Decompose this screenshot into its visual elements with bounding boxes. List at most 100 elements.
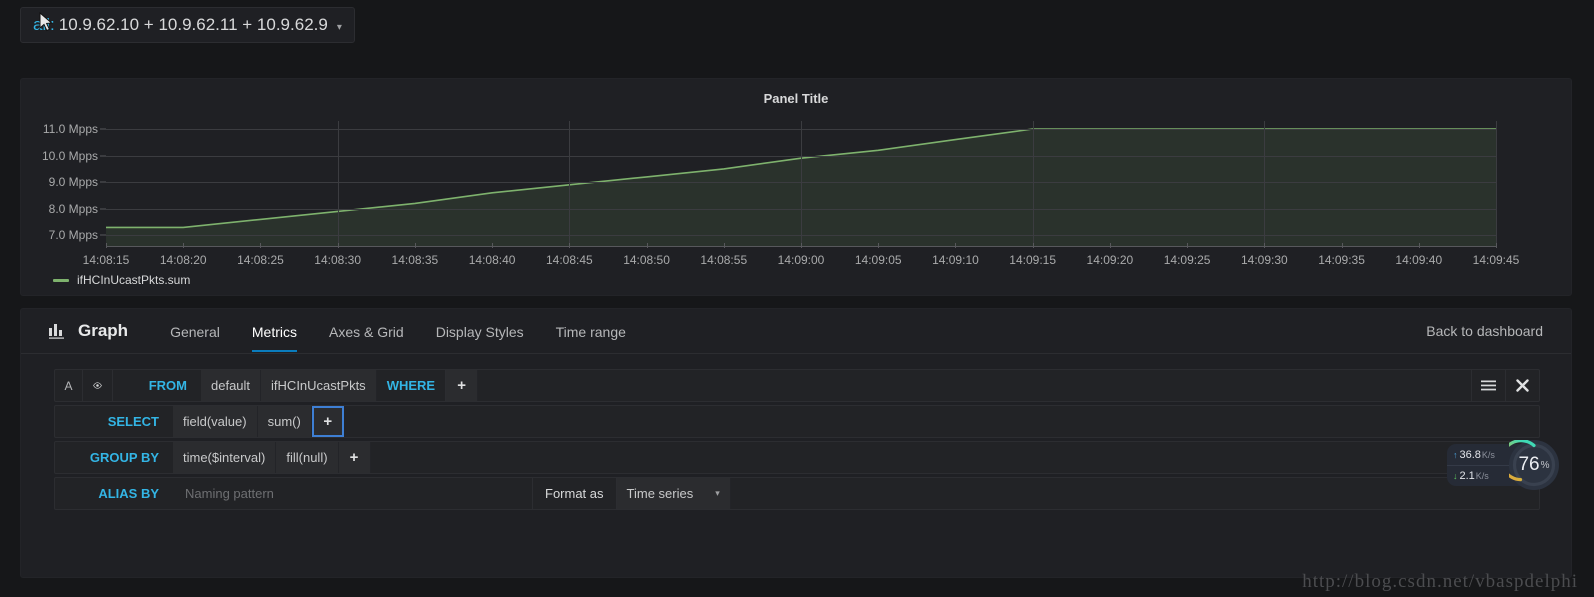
x-axis-tick-label: 14:08:55: [700, 253, 748, 267]
query-row-spacer: [478, 370, 1471, 401]
format-as-select[interactable]: Time series ▾: [616, 478, 731, 509]
arrow-down-icon: ↓: [1453, 471, 1458, 481]
where-label: WHERE: [377, 370, 447, 401]
x-axis-tick-label: 14:08:40: [468, 253, 516, 267]
x-axis-tick-mark: [723, 243, 725, 248]
tab-time-range[interactable]: Time range: [540, 311, 642, 352]
where-add-button[interactable]: +: [446, 370, 479, 401]
x-axis-tick-mark: [1032, 243, 1034, 248]
select-add-button[interactable]: +: [311, 406, 344, 437]
download-speed-unit: K/s: [1475, 471, 1489, 481]
x-axis-tick-label: 14:09:35: [1318, 253, 1365, 267]
x-axis-tick-mark: [878, 243, 880, 248]
query-row-select: SELECT field(value) sum() +: [54, 405, 1540, 438]
back-to-dashboard-link[interactable]: Back to dashboard: [1426, 323, 1543, 339]
group-by-add-button[interactable]: +: [338, 442, 371, 473]
select-part-field[interactable]: field(value): [173, 406, 258, 437]
x-axis-tick-label: 14:09:15: [1009, 253, 1057, 267]
percent-symbol: %: [1540, 459, 1550, 471]
x-axis-tick-label: 14:08:35: [391, 253, 439, 267]
hamburger-icon[interactable]: [1471, 370, 1505, 401]
panel-title: Panel Title: [763, 91, 829, 106]
query-editor: A FROM default ifHCInUcastPkts WHERE + S…: [54, 369, 1540, 513]
y-axis-tick-label: 8.0 Mpps: [48, 201, 98, 216]
x-axis-tick-mark: [414, 243, 416, 248]
chevron-down-icon: ▾: [715, 488, 720, 498]
network-speed-widget[interactable]: ↑ 36.8 K/s ↓ 2.1 K/s 76%: [1447, 440, 1594, 490]
y-axis-tick-label: 9.0 Mpps: [48, 175, 98, 190]
upload-speed-unit: K/s: [1481, 449, 1495, 460]
alias-by-label: ALIAS BY: [98, 486, 159, 501]
arrow-up-icon: ↑: [1453, 449, 1458, 460]
tab-metrics[interactable]: Metrics: [236, 311, 313, 352]
download-speed-value: 2.1: [1459, 470, 1475, 482]
from-policy-value[interactable]: default: [201, 370, 262, 401]
alias-row-spacer: [731, 478, 1539, 509]
tab-display-styles[interactable]: Display Styles: [420, 311, 540, 352]
legend-series-label: ifHCInUcastPkts.sum: [77, 273, 191, 287]
x-axis-tick-mark: [492, 243, 494, 248]
x-axis-tick-label: 14:08:25: [237, 253, 284, 267]
group-by-label: GROUP BY: [89, 450, 159, 465]
y-axis-tick-label: 7.0 Mpps: [48, 228, 98, 243]
chart-legend[interactable]: ifHCInUcastPkts.sum: [53, 273, 190, 287]
x-axis-tick-mark: [1341, 243, 1343, 248]
editor-tab-bar: Graph General Metrics Axes & Grid Displa…: [21, 309, 1571, 354]
alias-by-input[interactable]: Naming pattern: [173, 478, 533, 509]
select-part-sum[interactable]: sum(): [257, 406, 312, 437]
x-axis-tick-label: 14:08:15: [82, 253, 130, 267]
panel-editor: Graph General Metrics Axes & Grid Displa…: [20, 308, 1572, 578]
select-label: SELECT: [107, 414, 159, 429]
x-axis-tick-mark: [1187, 243, 1189, 248]
vertical-gridline: [337, 121, 339, 246]
editor-type-label: Graph: [78, 321, 129, 340]
x-axis-tick-label: 14:09:40: [1395, 253, 1443, 267]
query-row-alias-by: ALIAS BY Naming pattern Format as Time s…: [54, 477, 1540, 510]
close-icon[interactable]: [1505, 370, 1539, 401]
x-axis-tick-mark: [260, 243, 262, 248]
x-axis-tick-mark: [337, 243, 339, 248]
vertical-gridline: [1496, 121, 1497, 246]
eye-icon[interactable]: [83, 370, 113, 401]
x-axis-tick-label: 14:08:45: [545, 253, 593, 267]
template-variable-dropdown[interactable]: all: 10.9.62.10 + 10.9.62.11 + 10.9.62.9…: [20, 7, 355, 43]
cpu-gauge-percent: 76%: [1509, 440, 1559, 490]
group-by-row-spacer: [371, 442, 1539, 473]
x-axis-tick-label: 14:09:45: [1472, 253, 1520, 267]
variable-name-label: all:: [33, 15, 55, 34]
bar-chart-icon: [49, 324, 64, 339]
x-axis-tick-mark: [801, 243, 802, 248]
select-row-spacer: [344, 406, 1539, 437]
x-axis-tick-mark: [1264, 243, 1266, 248]
from-measurement-value[interactable]: ifHCInUcastPkts: [261, 370, 377, 401]
query-ref-id[interactable]: A: [55, 370, 83, 401]
vertical-gridline: [1264, 121, 1266, 246]
x-axis-tick-label: 14:09:25: [1163, 253, 1211, 267]
graph-panel: Panel Title 7.0 Mpps 8.0 Mpps 9.0 Mpps 10.0…: [20, 78, 1572, 296]
query-row-actions: [1471, 370, 1539, 401]
x-axis-tick-mark: [569, 243, 571, 248]
from-label: FROM: [148, 378, 187, 393]
vertical-gridline: [569, 121, 571, 246]
group-by-part-fill[interactable]: fill(null): [276, 442, 339, 473]
tab-axes-grid[interactable]: Axes & Grid: [313, 311, 420, 352]
x-axis-tick-label: 14:08:50: [623, 253, 670, 267]
x-axis: 14:08:15 14:08:20 14:08:25 14:08:30 14:08:35…: [83, 243, 1519, 271]
x-axis-tick-label: 14:09:20: [1086, 253, 1134, 267]
y-axis-tick-label: 10.0 Mpps: [41, 148, 98, 163]
format-as-label: Format as: [533, 478, 617, 509]
upload-speed-value: 36.8: [1459, 448, 1481, 461]
vertical-gridline: [801, 121, 802, 246]
variable-toolbar: all: 10.9.62.10 + 10.9.62.11 + 10.9.62.9…: [0, 0, 1594, 52]
group-by-part-time[interactable]: time($interval): [173, 442, 277, 473]
x-axis-tick-label: 14:08:30: [314, 253, 362, 267]
tab-general[interactable]: General: [154, 311, 236, 352]
x-axis-tick-mark: [1109, 243, 1111, 248]
query-row-group-by: GROUP BY time($interval) fill(null) +: [54, 441, 1540, 474]
vertical-gridline: [1032, 121, 1034, 246]
variable-value-label: 10.9.62.10 + 10.9.62.11 + 10.9.62.9: [58, 15, 328, 34]
plot-area[interactable]: [106, 121, 1497, 246]
legend-color-swatch: [53, 278, 69, 282]
x-axis-tick-label: 14:09:10: [932, 253, 979, 267]
query-row-from: A FROM default ifHCInUcastPkts WHERE +: [54, 369, 1540, 402]
